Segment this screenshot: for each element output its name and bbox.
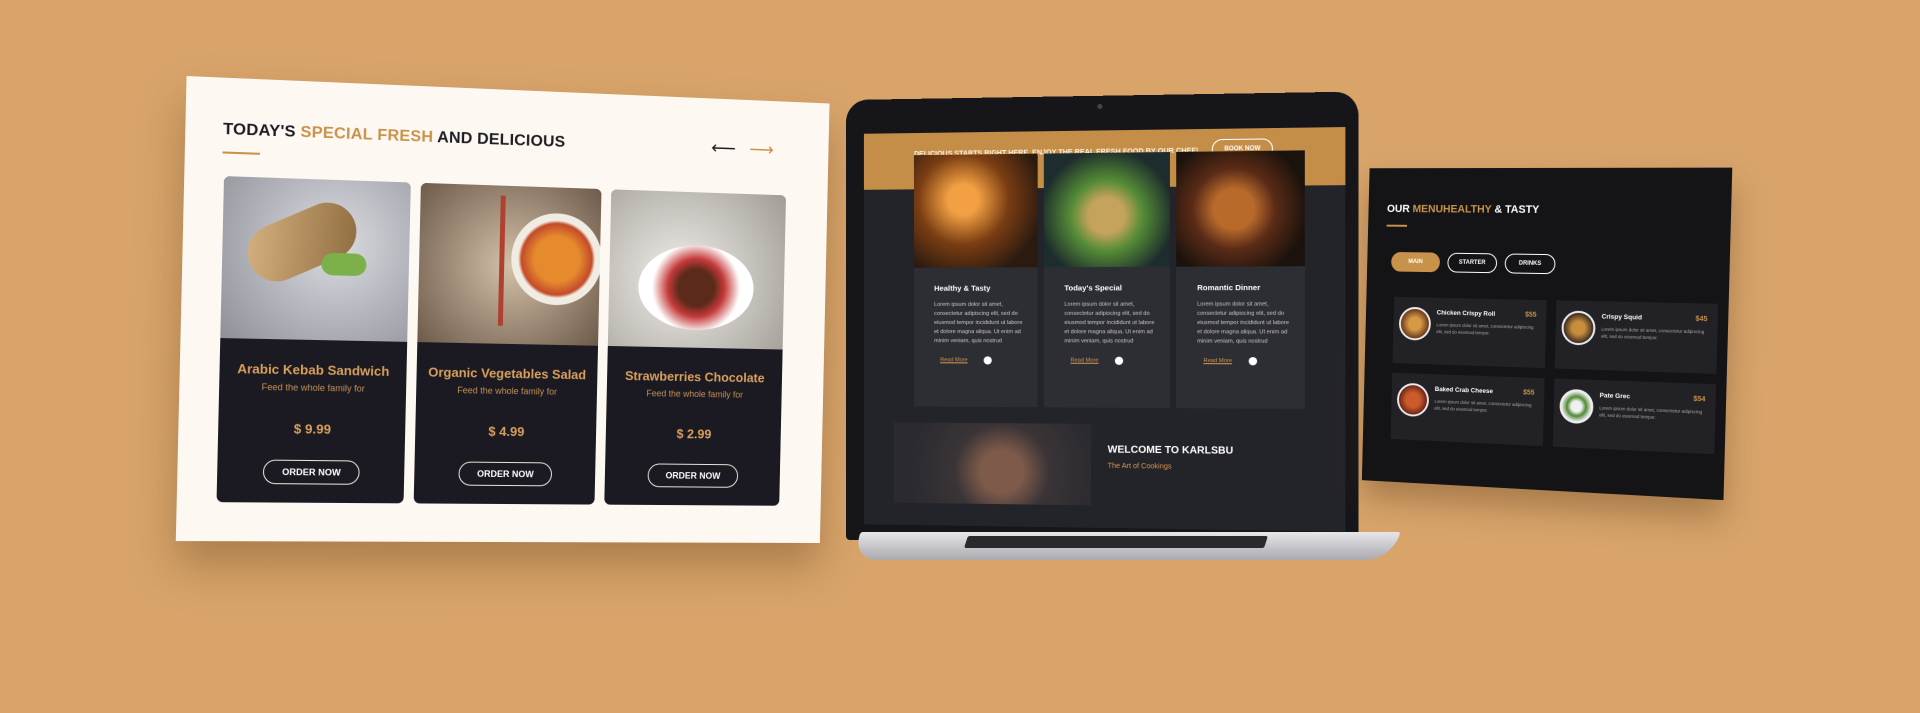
dish-price: $55 <box>1525 312 1537 319</box>
card-desc: Feed the whole family for <box>607 388 782 401</box>
menu-item[interactable]: Pate Grec $54 Lorem ipsum dolor sit amet… <box>1553 378 1716 454</box>
feature-text: Lorem ipsum dolor sit amet, consectetur … <box>1064 301 1155 347</box>
arrow-circle-icon <box>1115 357 1123 365</box>
order-now-button[interactable]: ORDER NOW <box>458 462 552 487</box>
dish-desc: Lorem ipsum dolor sit amet, consectetur … <box>1434 398 1534 416</box>
arrow-circle-icon <box>984 356 992 364</box>
dish-thumbnail <box>1561 310 1596 345</box>
feature-card: Today's Special Lorem ipsum dolor sit am… <box>1044 152 1170 408</box>
title-underline <box>222 151 259 154</box>
carousel-arrows: ⟵ ⟶ <box>711 138 774 161</box>
menu-title-underline <box>1387 225 1407 227</box>
special-card: Organic Vegetables Salad Feed the whole … <box>414 183 602 505</box>
camera-icon <box>1097 104 1102 109</box>
feature-text: Lorem ipsum dolor sit amet, consectetur … <box>1197 300 1290 346</box>
arrow-left-icon[interactable]: ⟵ <box>711 138 736 160</box>
welcome-subtitle: The Art of Cookings <box>1108 463 1172 471</box>
order-now-button[interactable]: ORDER NOW <box>647 463 738 487</box>
menu-title-text: OUR <box>1387 203 1413 215</box>
special-cards: Arabic Kebab Sandwich Feed the whole fam… <box>217 176 787 506</box>
menu-title-end: & TASTY <box>1491 204 1539 216</box>
kebab-image <box>220 176 411 342</box>
dish-name: Pate Grec <box>1600 392 1631 400</box>
read-more-label: Read More <box>1071 358 1099 364</box>
dessert-image <box>608 189 786 349</box>
card-name: Arabic Kebab Sandwich <box>219 361 406 380</box>
feature-title: Healthy & Tasty <box>934 283 1038 292</box>
tab-main[interactable]: MAIN <box>1391 252 1440 272</box>
feature-cards: Healthy & Tasty Lorem ipsum dolor sit am… <box>914 150 1305 409</box>
laptop-keyboard <box>964 536 1268 548</box>
dish-name: Baked Crab Cheese <box>1435 386 1493 395</box>
tab-drinks[interactable]: DRINKS <box>1505 253 1556 274</box>
cocktail-image <box>914 154 1038 268</box>
read-more-link[interactable]: Read More <box>940 356 1038 364</box>
menu-grid: Chicken Crispy Roll $55 Lorem ipsum dolo… <box>1391 297 1719 454</box>
chef-image <box>894 422 1091 505</box>
feature-card: Healthy & Tasty Lorem ipsum dolor sit am… <box>914 154 1038 408</box>
salad-image <box>417 183 601 346</box>
dish-desc: Lorem ipsum dolor sit amet, consectetur … <box>1436 321 1536 338</box>
feature-card: Romantic Dinner Lorem ipsum dolor sit am… <box>1176 150 1305 409</box>
arrow-right-icon[interactable]: ⟶ <box>749 139 774 160</box>
burger-image <box>1176 150 1305 266</box>
read-more-label: Read More <box>1203 358 1232 364</box>
menu-item[interactable]: Chicken Crispy Roll $55 Lorem ipsum dolo… <box>1392 297 1546 368</box>
title-text: TODAY'S <box>223 121 301 141</box>
dish-price: $54 <box>1693 396 1705 404</box>
dish-desc: Lorem ipsum dolor sit amet, consectetur … <box>1599 404 1705 423</box>
order-now-button[interactable]: ORDER NOW <box>263 460 360 485</box>
read-more-label: Read More <box>940 357 968 363</box>
dish-price: $55 <box>1523 389 1535 396</box>
laptop-lid: DELICIOUS STARTS RIGHT HERE. ENJOY THE R… <box>846 92 1358 549</box>
feature-text: Lorem ipsum dolor sit amet, consectetur … <box>934 301 1023 347</box>
dish-thumbnail <box>1397 383 1430 417</box>
laptop-mockup: DELICIOUS STARTS RIGHT HERE. ENJOY THE R… <box>846 100 1356 560</box>
menu-item[interactable]: Baked Crab Cheese $55 Lorem ipsum dolor … <box>1391 373 1545 446</box>
mockup-stage: TODAY'S SPECIAL FRESH AND DELICIOUS ⟵ ⟶ … <box>0 0 1920 713</box>
special-card: Arabic Kebab Sandwich Feed the whole fam… <box>217 176 411 503</box>
read-more-link[interactable]: Read More <box>1203 357 1304 366</box>
card-name: Strawberries Chocolate <box>607 368 782 386</box>
menu-panel: OUR MENUHEALTHY & TASTY MAIN STARTER DRI… <box>1362 168 1732 501</box>
welcome-title: WELCOME TO KARLSBU <box>1108 444 1234 456</box>
dish-name: Crispy Squid <box>1602 313 1643 321</box>
title-text-end: AND DELICIOUS <box>433 129 566 151</box>
card-desc: Feed the whole family for <box>416 384 597 397</box>
laptop-screen: DELICIOUS STARTS RIGHT HERE. ENJOY THE R… <box>864 127 1345 532</box>
menu-tabs: MAIN STARTER DRINKS <box>1391 252 1556 274</box>
special-card: Strawberries Chocolate Feed the whole fa… <box>604 189 786 505</box>
menu-title-accent: MENUHEALTHY <box>1412 203 1491 215</box>
dish-thumbnail <box>1559 389 1594 425</box>
read-more-link[interactable]: Read More <box>1071 357 1170 365</box>
specials-title: TODAY'S SPECIAL FRESH AND DELICIOUS <box>223 121 566 152</box>
menu-title: OUR MENUHEALTHY & TASTY <box>1387 203 1540 216</box>
card-price: $ 2.99 <box>606 425 781 442</box>
salad-image <box>1044 152 1170 267</box>
feature-title: Today's Special <box>1064 283 1170 292</box>
dish-price: $45 <box>1695 316 1707 323</box>
card-desc: Feed the whole family for <box>219 381 406 394</box>
card-name: Organic Vegetables Salad <box>416 364 597 382</box>
dish-desc: Lorem ipsum dolor sit amet, consectetur … <box>1601 326 1707 343</box>
tab-starter[interactable]: STARTER <box>1447 253 1497 274</box>
arrow-circle-icon <box>1249 357 1257 365</box>
feature-title: Romantic Dinner <box>1197 283 1305 293</box>
specials-panel: TODAY'S SPECIAL FRESH AND DELICIOUS ⟵ ⟶ … <box>176 76 830 543</box>
card-price: $ 9.99 <box>218 420 405 438</box>
menu-item[interactable]: Crispy Squid $45 Lorem ipsum dolor sit a… <box>1555 300 1719 374</box>
card-price: $ 4.99 <box>415 423 596 440</box>
dish-thumbnail <box>1399 307 1432 341</box>
title-accent: SPECIAL FRESH <box>300 124 433 146</box>
dish-name: Chicken Crispy Roll <box>1437 310 1496 318</box>
